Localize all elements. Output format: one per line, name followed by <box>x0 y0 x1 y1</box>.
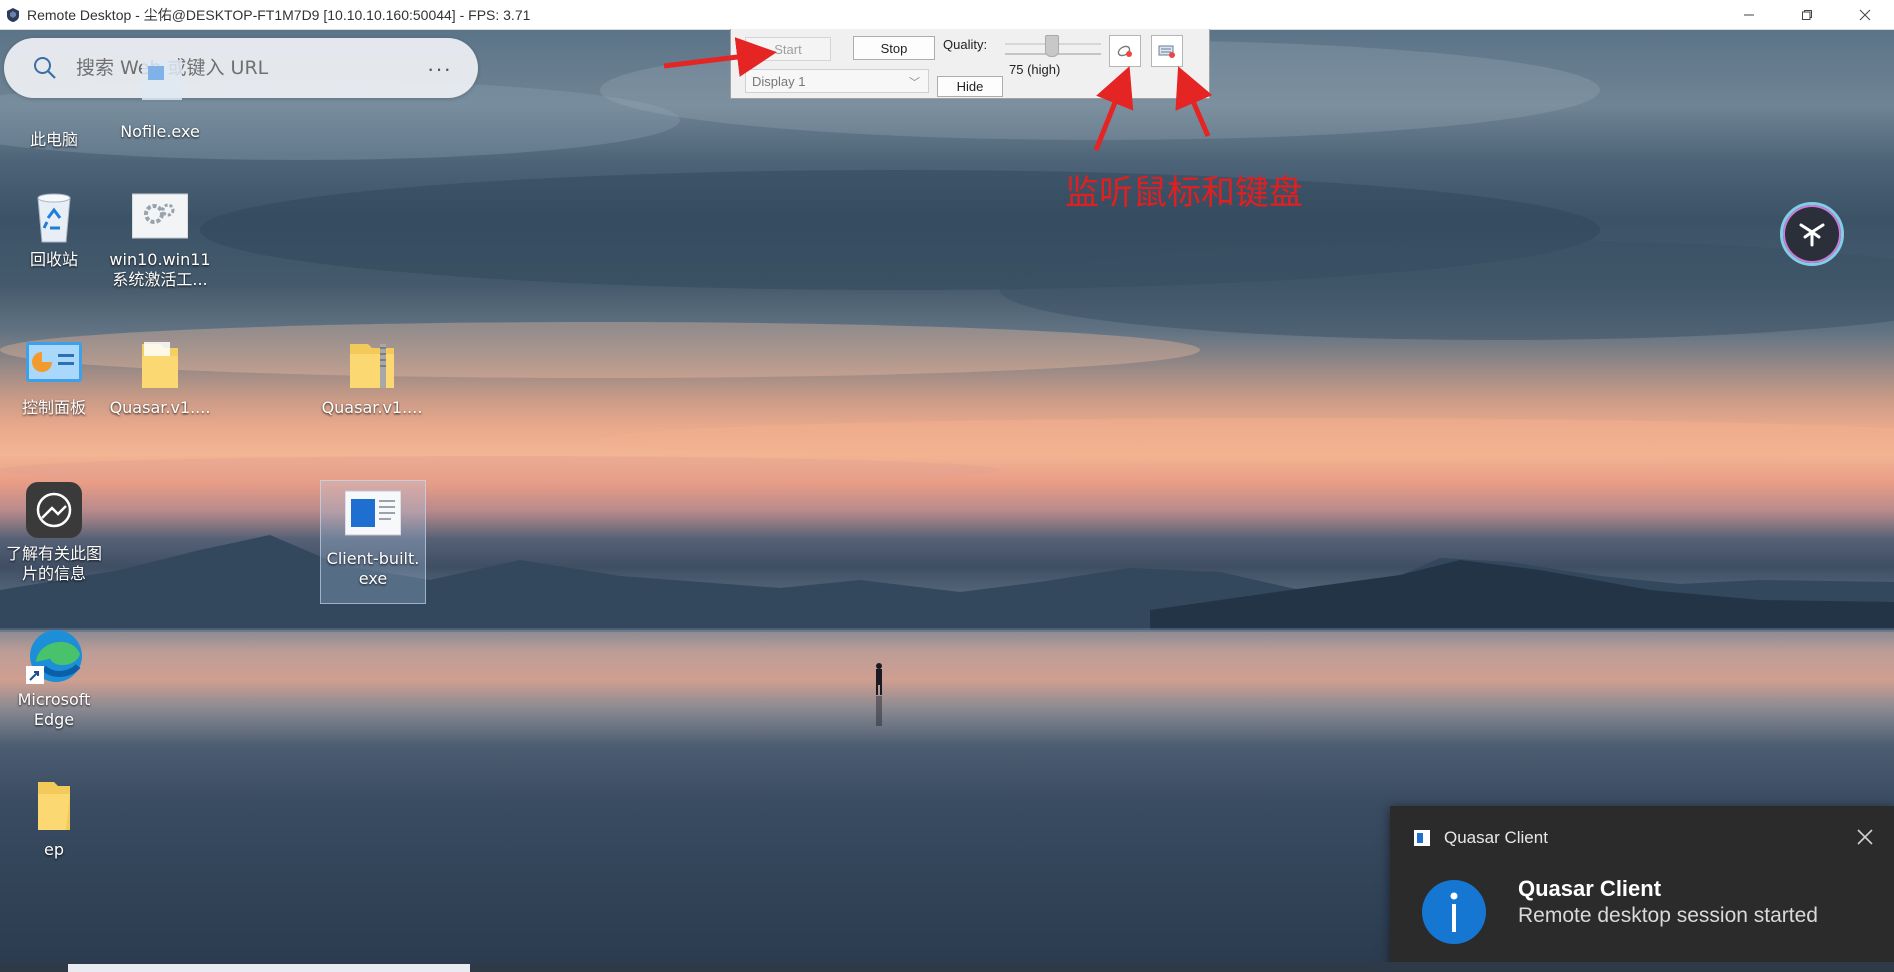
close-icon[interactable] <box>1856 828 1874 846</box>
folder-icon <box>38 782 70 830</box>
settings-file-icon <box>132 193 188 239</box>
keyboard-listen-button[interactable] <box>1151 35 1183 67</box>
desktop-icon-label: Microsoft Edge <box>17 690 91 729</box>
toast-app-row: Quasar Client <box>1414 828 1548 848</box>
desktop-icon-label: 此电脑 <box>29 130 78 149</box>
taskbar-highlight <box>68 964 470 972</box>
desktop-icon-win-activation[interactable]: win10.win11 系统激活工... <box>108 188 212 290</box>
quality-label: Quality: <box>943 37 988 52</box>
desktop-icon-edge[interactable]: Microsoft Edge <box>2 628 106 730</box>
control-panel-icon <box>26 342 82 382</box>
desktop-icon-label: ep <box>44 840 64 859</box>
desktop-icon-recycle-bin[interactable]: 回收站 <box>2 188 106 270</box>
mouse-listen-icon <box>1117 45 1132 57</box>
wallpaper-mountains <box>0 535 1894 632</box>
desktop-icon-quasar-folder[interactable]: Quasar.v1.... <box>108 336 212 418</box>
desktop-icon-label: 控制面板 <box>21 398 86 417</box>
desktop-icon-image-info[interactable]: 了解有关此图 片的信息 <box>2 482 106 584</box>
quality-slider-thumb[interactable] <box>1045 35 1059 57</box>
maximize-icon <box>1802 9 1812 20</box>
desktop-icon-control-panel[interactable]: 控制面板 <box>2 336 106 418</box>
wallpaper-clouds <box>0 40 1894 484</box>
shield-app-icon <box>7 7 19 22</box>
app-icon <box>1414 830 1430 846</box>
desktop-icon-client-built[interactable]: Client-built. exe <box>320 480 426 604</box>
desktop-icon-nofile[interactable]: Nofile.exe <box>108 60 212 142</box>
toast-notification[interactable]: Quasar Client Quasar Client Remote deskt… <box>1390 806 1894 972</box>
hide-button[interactable]: Hide <box>937 76 1003 97</box>
recycle-bin-icon <box>37 193 71 243</box>
assistant-logo-icon <box>1799 223 1825 247</box>
desktop-icon-label: Quasar.v1.... <box>109 398 211 417</box>
desktop-icon-label: win10.win11 系统激活工... <box>109 250 211 289</box>
remote-control-toolbar: Start Stop Quality: 75 (high) Display 1 … <box>730 29 1210 99</box>
quality-value: 75 (high) <box>1009 62 1061 77</box>
desktop-icon-quasar-zip[interactable]: Quasar.v1.... <box>320 336 424 418</box>
start-button[interactable]: Start <box>745 37 831 61</box>
window-title: Remote Desktop - 尘佑@DESKTOP-FT1M7D9 [10.… <box>27 6 531 23</box>
folder-icon <box>142 342 178 388</box>
desktop-icon-label: Client-built. exe <box>326 549 420 588</box>
chevron-down-icon: ﹀ <box>909 77 920 89</box>
camera-info-icon <box>26 482 82 538</box>
toast-app-name: Quasar Client <box>1444 828 1548 847</box>
exe-icon <box>142 60 182 100</box>
toast-title: Quasar Client <box>1518 876 1662 901</box>
maximize-button[interactable] <box>1778 0 1836 29</box>
window-titlebar: Remote Desktop - 尘佑@DESKTOP-FT1M7D9 [10.… <box>0 0 1894 30</box>
wallpaper-person-silhouette <box>876 663 882 726</box>
annotation-text: 监听鼠标和键盘 <box>1065 173 1303 213</box>
desktop-icon-label: Nofile.exe <box>120 122 200 141</box>
desktop-icon-label: 了解有关此图 片的信息 <box>5 544 102 583</box>
close-button[interactable] <box>1836 0 1894 29</box>
display-select[interactable]: Display 1 ﹀ <box>745 69 929 93</box>
desktop-icon-label: Quasar.v1.... <box>321 398 423 417</box>
info-icon <box>1422 880 1486 944</box>
mouse-listen-button[interactable] <box>1109 35 1141 67</box>
edge-icon <box>26 630 82 684</box>
minimize-button[interactable] <box>1720 0 1778 29</box>
minimize-icon <box>1744 14 1754 15</box>
taskbar-strip <box>0 962 1894 972</box>
exe-icon <box>345 490 401 536</box>
desktop-icon-ep[interactable]: ep <box>2 778 106 860</box>
floating-assistant-badge[interactable] <box>1780 202 1844 266</box>
close-icon <box>1859 9 1871 20</box>
desktop-icon-this-pc[interactable]: 此电脑 <box>2 70 106 150</box>
desktop-icon-label: 回收站 <box>29 250 78 269</box>
remote-desktop-view[interactable]: ··· 此电脑 Nofile.exe 回收站 win10.win11 系统激活工… <box>0 30 1894 972</box>
zip-folder-icon <box>350 344 394 388</box>
toast-message: Remote desktop session started <box>1518 904 1818 927</box>
stop-button[interactable]: Stop <box>853 36 935 60</box>
more-options-icon[interactable]: ··· <box>427 56 452 82</box>
display-select-value: Display 1 <box>752 73 806 89</box>
keyboard-listen-icon <box>1158 45 1175 58</box>
